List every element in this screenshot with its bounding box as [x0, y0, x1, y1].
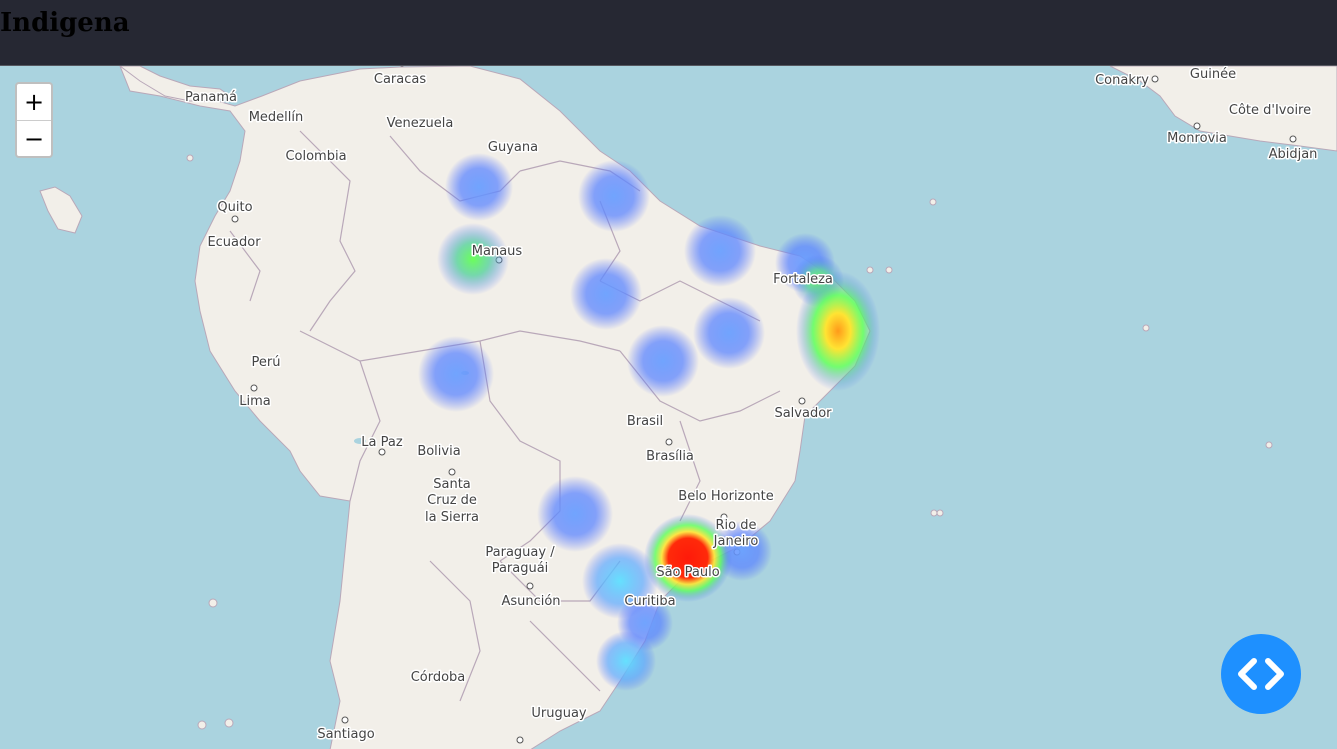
- code-toggle-button[interactable]: [1221, 634, 1301, 714]
- label-monrovia: Monrovia: [1167, 131, 1227, 146]
- label-salvador: Salvador: [774, 406, 832, 421]
- heatmap-map[interactable]: Caracas Panamá Medellín Venezuela Guyana…: [0, 65, 1337, 749]
- label-venezuela: Venezuela: [387, 116, 454, 131]
- label-peru: Perú: [252, 355, 281, 370]
- label-quito: Quito: [217, 200, 252, 215]
- app-title: Indigena: [0, 8, 130, 38]
- header-bar: Indigena: [0, 0, 1337, 65]
- label-la-paz: La Paz: [361, 435, 403, 450]
- label-guinee: Guinée: [1190, 67, 1236, 82]
- label-cordoba: Córdoba: [411, 670, 466, 685]
- label-brasil: Brasil: [627, 414, 663, 429]
- label-fortaleza: Fortaleza: [773, 272, 833, 287]
- label-medellin: Medellín: [249, 110, 304, 125]
- label-santa-cruz-2: Cruz de: [427, 493, 477, 508]
- label-bolivia: Bolivia: [417, 444, 460, 459]
- label-paraguay-1: Paraguay /: [485, 545, 555, 560]
- zoom-control: + −: [15, 82, 53, 158]
- label-uruguay: Uruguay: [531, 706, 587, 721]
- label-manaus: Manaus: [472, 244, 523, 259]
- label-belo-horizonte: Belo Horizonte: [678, 489, 773, 504]
- label-brasilia: Brasília: [646, 449, 694, 464]
- zoom-in-button[interactable]: +: [17, 84, 51, 120]
- label-colombia: Colombia: [285, 149, 346, 164]
- basemap: Caracas Panamá Medellín Venezuela Guyana…: [0, 66, 1337, 749]
- label-curitiba: Curitiba: [624, 594, 675, 609]
- label-santa-cruz-3: la Sierra: [425, 510, 479, 525]
- label-santa-cruz-1: Santa: [433, 477, 471, 492]
- label-lima: Lima: [239, 394, 270, 409]
- label-sao-paulo: São Paulo: [656, 565, 719, 580]
- label-paraguay-2: Paraguái: [492, 561, 549, 576]
- label-caracas: Caracas: [374, 72, 426, 87]
- label-santiago: Santiago: [317, 727, 374, 742]
- zoom-out-button[interactable]: −: [17, 120, 51, 156]
- label-asuncion: Asunción: [501, 594, 560, 609]
- label-guyana: Guyana: [488, 140, 538, 155]
- label-panama: Panamá: [185, 90, 237, 105]
- label-rio-2: Janeiro: [713, 534, 759, 549]
- label-ecuador: Ecuador: [207, 235, 261, 250]
- label-conakry: Conakry: [1095, 73, 1149, 88]
- label-abidjan: Abidjan: [1269, 147, 1318, 162]
- label-rio-1: Rio de: [716, 518, 757, 533]
- label-cote-divoire: Côte d'Ivoire: [1229, 103, 1311, 118]
- code-icon: [1238, 658, 1284, 690]
